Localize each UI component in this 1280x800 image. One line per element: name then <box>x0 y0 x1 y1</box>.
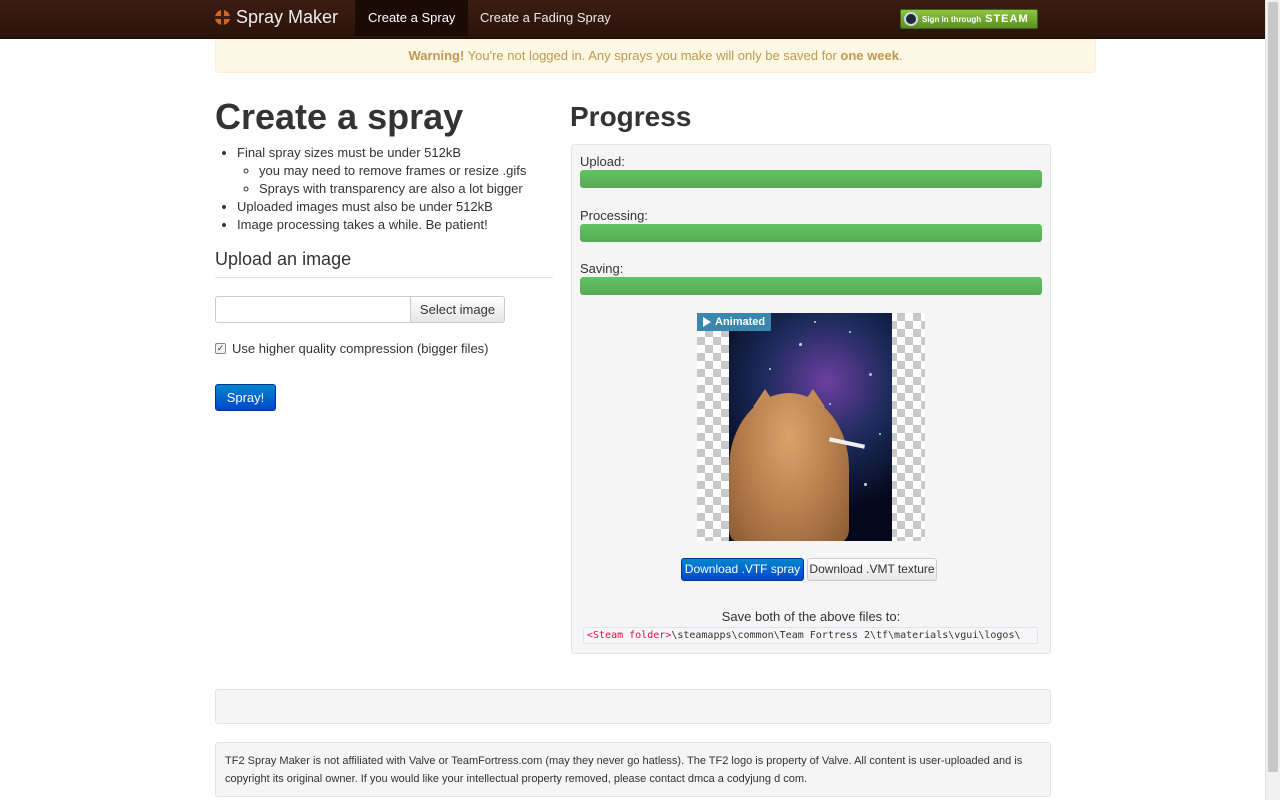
select-image-button[interactable]: Select image <box>410 296 505 323</box>
animated-badge-label: Animated <box>715 316 766 328</box>
upload-progress-fill <box>580 170 1042 188</box>
progress-title: Progress <box>570 101 692 132</box>
play-icon <box>703 317 711 327</box>
login-warning: Warning! You're not logged in. Any spray… <box>215 39 1096 73</box>
nav-create-spray[interactable]: Create a Spray <box>355 0 469 36</box>
processing-progress-bar <box>580 224 1042 242</box>
brand-name: Spray Maker <box>236 7 339 27</box>
spray-button[interactable]: Spray! <box>215 384 276 411</box>
warning-prefix: Warning! <box>408 48 465 63</box>
hq-compression-label[interactable]: Use higher quality compression (bigger f… <box>232 341 489 356</box>
spray-preview <box>697 313 925 541</box>
rule-sublist: you may need to remove frames or resize … <box>259 162 526 198</box>
navbar: Spray Maker Create a Spray Create a Fadi… <box>0 0 1265 39</box>
saving-progress-bar <box>580 277 1042 295</box>
upload-progress-bar <box>580 170 1042 188</box>
nav-create-fading-spray[interactable]: Create a Fading Spray <box>467 0 624 36</box>
path-placeholder: <Steam folder> <box>587 630 672 641</box>
spray-preview-image <box>729 313 892 541</box>
page-title: Create a spray <box>215 96 464 137</box>
saving-progress-label: Saving: <box>580 261 624 276</box>
scrollbar-thumb[interactable] <box>1268 2 1278 772</box>
rule-item: Image processing takes a while. Be patie… <box>237 216 526 234</box>
upload-heading: Upload an image <box>215 249 352 269</box>
warning-message: You're not logged in. Any sprays you mak… <box>467 48 837 63</box>
processing-progress-label: Processing: <box>580 208 648 223</box>
steam-signin-big-text: STEAM <box>985 13 1029 25</box>
divider <box>215 277 553 278</box>
install-path: <Steam folder>\steamapps\common\Team For… <box>583 627 1038 644</box>
empty-well <box>215 689 1051 724</box>
download-vmt-button[interactable]: Download .VMT texture <box>807 558 937 581</box>
file-path-input[interactable] <box>215 296 411 323</box>
footer-disclaimer: TF2 Spray Maker is not affiliated with V… <box>215 742 1051 797</box>
steam-signin-small-text: Sign in through <box>922 14 982 24</box>
animated-badge: Animated <box>697 313 772 331</box>
rule-subitem: Sprays with transparency are also a lot … <box>259 180 526 198</box>
processing-progress-fill <box>580 224 1042 242</box>
path-rest: \steamapps\common\Team Fortress 2\tf\mat… <box>671 630 1021 641</box>
rule-item: Final spray sizes must be under 512kB <box>237 144 526 162</box>
tf2-logo-icon <box>215 10 230 25</box>
download-vtf-button[interactable]: Download .VTF spray <box>681 558 804 581</box>
upload-progress-label: Upload: <box>580 154 625 169</box>
scrollbar[interactable] <box>1265 0 1280 800</box>
saving-progress-fill <box>580 277 1042 295</box>
save-instructions: Save both of the above files to: <box>721 609 901 624</box>
hq-compression-checkbox[interactable]: ✓ <box>215 343 226 354</box>
brand-link[interactable]: Spray Maker <box>215 7 338 28</box>
rule-subitem: you may need to remove frames or resize … <box>259 162 526 180</box>
steam-icon <box>904 12 918 26</box>
warning-suffix: . <box>898 48 903 63</box>
rules-list: Final spray sizes must be under 512kB yo… <box>237 144 526 234</box>
rule-item: Uploaded images must also be under 512kB <box>237 198 526 216</box>
steam-signin-button[interactable]: Sign in through STEAM <box>900 9 1038 29</box>
warning-emphasis: one week <box>840 48 899 63</box>
